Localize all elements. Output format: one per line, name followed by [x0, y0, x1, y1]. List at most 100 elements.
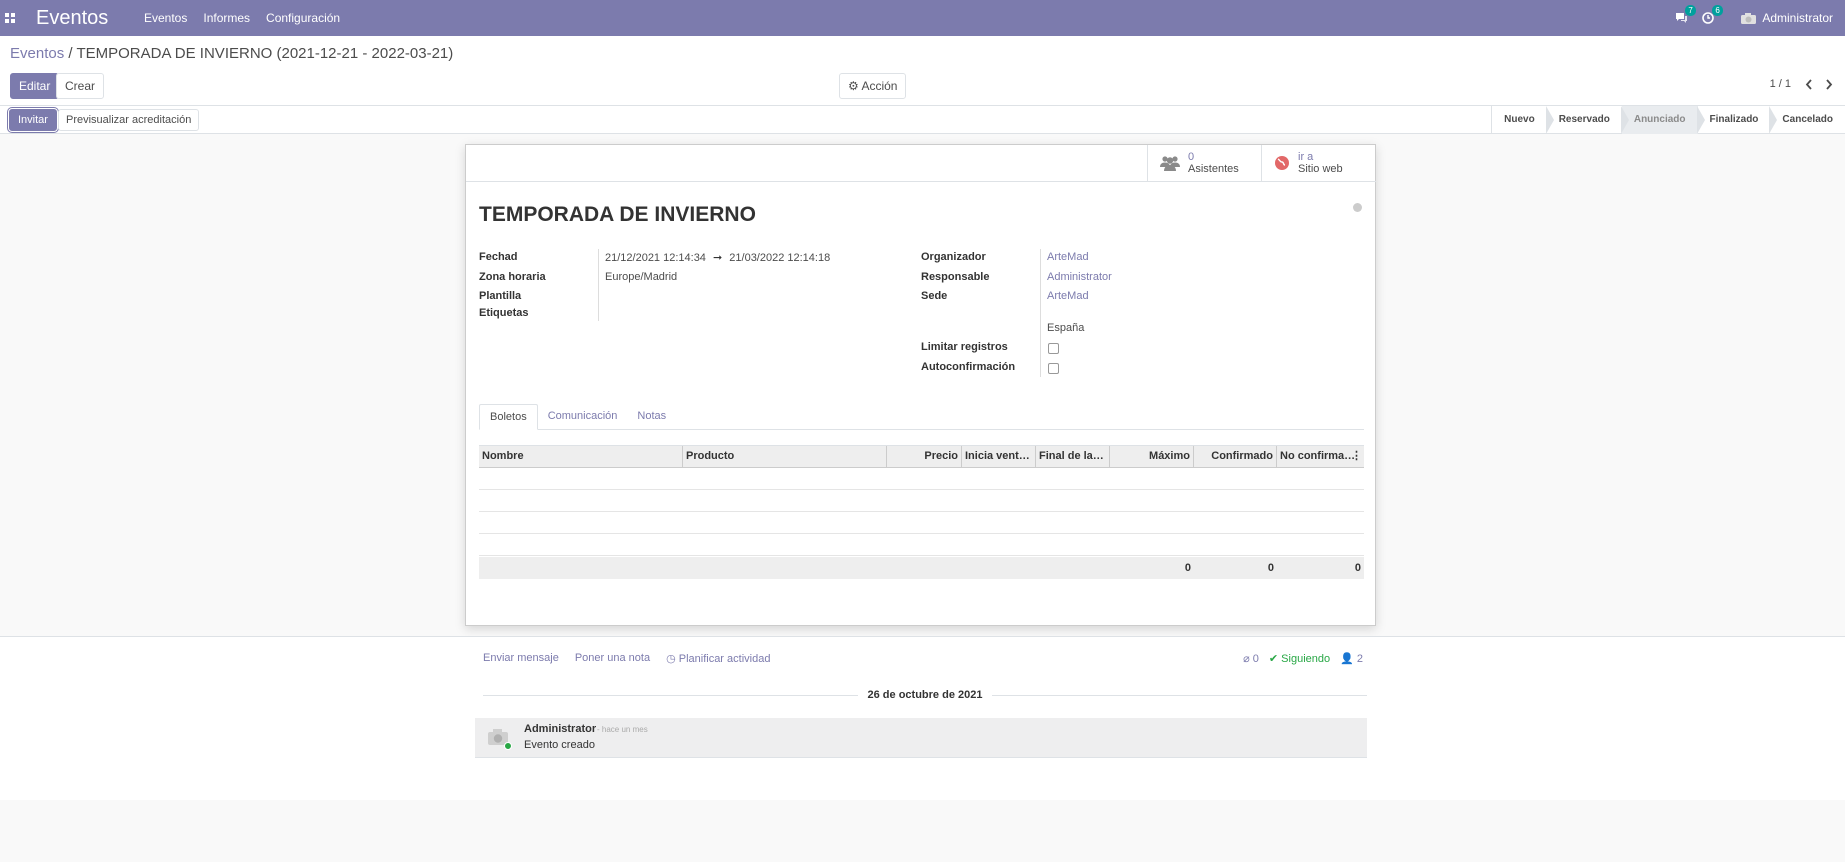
- column-precio[interactable]: Precio: [887, 446, 962, 467]
- optional-columns-icon[interactable]: ⋮: [1351, 446, 1362, 467]
- menu-configuracion[interactable]: Configuración: [266, 11, 340, 25]
- tickets-table: Nombre Producto Precio Inicia vent… Fina…: [479, 445, 1364, 579]
- attendees-label: Asistentes: [1188, 163, 1239, 175]
- activities-badge: 6: [1712, 5, 1723, 16]
- label-autoconfirm: Autoconfirmación: [921, 361, 1016, 373]
- action-dropdown-button[interactable]: ⚙ Acción: [839, 73, 907, 99]
- label-venue: Sede: [921, 290, 948, 302]
- smart-button-box: 0 Asistentes ir a Sitio web: [1147, 145, 1375, 182]
- followers-button[interactable]: 👤 2: [1340, 652, 1363, 665]
- date-range[interactable]: 21/12/2021 12:14:34 ➞ 21/03/2022 12:14:1…: [605, 251, 830, 264]
- label-tags: Etiquetas: [479, 307, 529, 319]
- label-template: Plantilla: [479, 290, 522, 302]
- sheet-divider: [466, 181, 1376, 182]
- organizer-link[interactable]: ArteMad: [1047, 251, 1089, 263]
- table-header: Nombre Producto Precio Inicia vent… Fina…: [479, 445, 1364, 468]
- breadcrumb-separator: /: [68, 45, 73, 62]
- create-button[interactable]: Crear: [56, 73, 105, 99]
- chevron-right-icon[interactable]: [1825, 78, 1833, 90]
- date-end: 21/03/2022 12:14:18: [729, 252, 831, 264]
- followers-count: 2: [1356, 653, 1363, 665]
- attendees-stat-button[interactable]: 0 Asistentes: [1147, 145, 1261, 182]
- form-sheet: 0 Asistentes ir a Sitio web TEMPORADA DE…: [465, 144, 1376, 626]
- column-confirmado[interactable]: Confirmado: [1194, 446, 1277, 467]
- notebook-tabs: Boletos Comunicación Notas: [479, 404, 1364, 430]
- stage-nuevo[interactable]: Nuevo: [1492, 106, 1547, 134]
- label-limit-registrations: Limitar registros: [921, 341, 1008, 353]
- column-no-confirmado[interactable]: No confirma… ⋮: [1277, 446, 1364, 467]
- attachments-button[interactable]: ⌀ 0: [1243, 652, 1259, 665]
- timezone-value[interactable]: Europe/Madrid: [605, 271, 677, 283]
- total-no-confirmado: 0: [1354, 562, 1361, 574]
- chatter-topbar: Enviar mensaje Poner una nota ◷ Planific…: [483, 652, 1363, 665]
- website-stat-button[interactable]: ir a Sitio web: [1261, 145, 1375, 182]
- label-date: Fechad: [479, 251, 518, 263]
- following-label: Siguiendo: [1281, 653, 1331, 665]
- user-name: Administrator: [1762, 11, 1833, 25]
- column-no-confirmado-label: No confirma…: [1280, 450, 1356, 462]
- breadcrumb: Eventos / TEMPORADA DE INVIERNO (2021-12…: [10, 45, 453, 62]
- limit-registrations-checkbox[interactable]: [1048, 343, 1059, 354]
- chatter-message: Administrator - hace un mes Evento cread…: [475, 718, 1367, 758]
- website-line2: Sitio web: [1298, 163, 1343, 175]
- user-menu[interactable]: Administrator: [1740, 11, 1833, 25]
- chevron-left-icon[interactable]: [1805, 78, 1813, 90]
- gear-icon: ⚙: [848, 79, 859, 93]
- message-body: Evento creado: [524, 739, 595, 751]
- column-inicia-venta[interactable]: Inicia vent…: [962, 446, 1036, 467]
- stage-anunciado[interactable]: Anunciado: [1620, 106, 1698, 134]
- control-panel: Eventos / TEMPORADA DE INVIERNO (2021-12…: [0, 36, 1845, 106]
- tab-boletos[interactable]: Boletos: [479, 404, 538, 430]
- user-icon: 👤: [1340, 653, 1354, 665]
- table-footer: 0 0 0: [479, 557, 1364, 579]
- label-timezone: Zona horaria: [479, 271, 546, 283]
- pager: 1 / 1: [1770, 78, 1833, 90]
- schedule-activity-button[interactable]: ◷ Planificar actividad: [666, 652, 770, 665]
- schedule-activity-label: Planificar actividad: [678, 653, 771, 665]
- column-maximo[interactable]: Máximo: [1110, 446, 1194, 467]
- top-navbar: Eventos Eventos Informes Configuración 7…: [0, 0, 1845, 36]
- breadcrumb-eventos[interactable]: Eventos: [10, 45, 64, 62]
- edit-button[interactable]: Editar: [10, 73, 60, 99]
- stage-pipeline: Nuevo Reservado Anunciado Finalizado Can…: [1491, 106, 1845, 134]
- messages-systray[interactable]: 7: [1675, 5, 1696, 24]
- app-brand[interactable]: Eventos: [36, 7, 144, 30]
- column-final-venta[interactable]: Final de la…: [1036, 446, 1110, 467]
- preview-badge-button[interactable]: Previsualizar acreditación: [58, 109, 200, 131]
- total-confirmado: 0: [1267, 562, 1274, 574]
- apps-menu-icon[interactable]: [5, 13, 23, 23]
- total-maximo: 0: [1184, 562, 1191, 574]
- column-producto[interactable]: Producto: [683, 446, 887, 467]
- stage-finalizado[interactable]: Finalizado: [1696, 106, 1771, 134]
- venue-country: España: [1047, 322, 1085, 334]
- kanban-state-indicator[interactable]: [1353, 203, 1362, 212]
- menu-informes[interactable]: Informes: [203, 11, 250, 25]
- breadcrumb-current: TEMPORADA DE INVIERNO (2021-12-21 - 2022…: [76, 45, 454, 62]
- venue-link[interactable]: ArteMad: [1047, 290, 1089, 302]
- attachments-count: 0: [1252, 653, 1259, 665]
- activities-systray[interactable]: 6: [1702, 5, 1723, 24]
- log-note-button[interactable]: Poner una nota: [575, 652, 650, 665]
- label-responsible: Responsable: [921, 271, 990, 283]
- status-bar: Invitar Previsualizar acreditación Nuevo…: [0, 106, 1845, 134]
- follow-button[interactable]: ✔ Siguiendo: [1269, 652, 1330, 665]
- table-row: [479, 490, 1364, 512]
- stage-reservado[interactable]: Reservado: [1545, 106, 1622, 134]
- autoconfirm-checkbox[interactable]: [1048, 363, 1059, 374]
- column-nombre[interactable]: Nombre: [479, 446, 683, 467]
- menu-eventos[interactable]: Eventos: [144, 11, 187, 25]
- online-status-indicator: [504, 742, 512, 750]
- event-title[interactable]: TEMPORADA DE INVIERNO: [479, 203, 756, 227]
- tab-notas[interactable]: Notas: [627, 404, 676, 430]
- attendees-count: 0: [1188, 151, 1195, 163]
- message-author[interactable]: Administrator: [524, 723, 596, 735]
- invite-button[interactable]: Invitar: [9, 109, 57, 131]
- send-message-button[interactable]: Enviar mensaje: [483, 652, 559, 665]
- table-row: [479, 534, 1364, 556]
- pager-value[interactable]: 1 / 1: [1770, 78, 1791, 90]
- responsible-link[interactable]: Administrator: [1047, 271, 1112, 283]
- stage-cancelado[interactable]: Cancelado: [1769, 106, 1845, 134]
- user-avatar-icon: [1741, 12, 1757, 24]
- tab-comunicacion[interactable]: Comunicación: [538, 404, 628, 430]
- chatter-topbar-right: ⌀ 0 ✔ Siguiendo 👤 2: [1243, 652, 1363, 665]
